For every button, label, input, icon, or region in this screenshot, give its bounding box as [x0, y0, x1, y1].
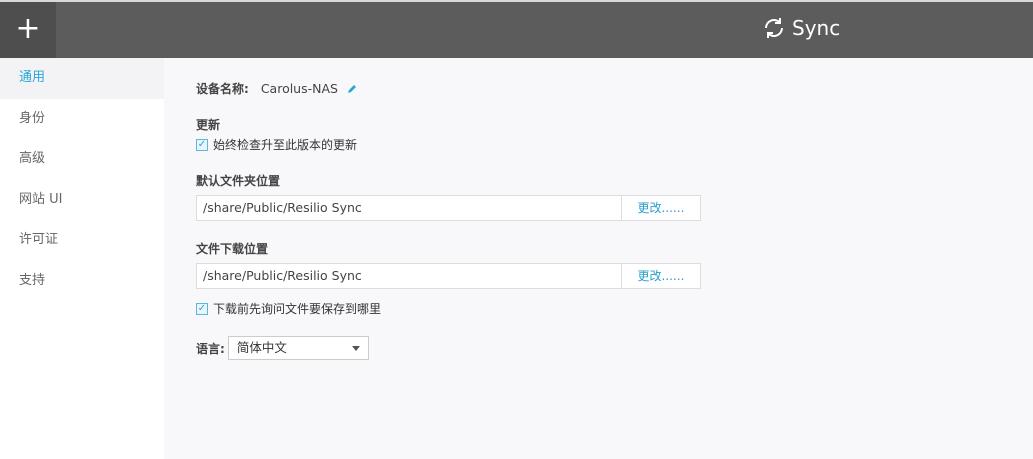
- chevron-down-icon: [351, 346, 360, 351]
- change-download-folder-button[interactable]: 更改......: [621, 264, 700, 288]
- ask-location-label: 下载前先询问文件要保存到哪里: [213, 302, 382, 316]
- language-label: 语言:: [196, 341, 225, 356]
- device-name-label: 设备名称:: [196, 82, 249, 96]
- sidebar: 通用 身份 高级 网站 UI 许可证 支持: [0, 58, 164, 459]
- default-folder-input[interactable]: /share/Public/Resilio Sync: [197, 196, 621, 220]
- download-folder-label: 文件下载位置: [196, 242, 269, 256]
- sync-icon: [765, 18, 783, 38]
- update-checkbox[interactable]: ✓: [196, 138, 208, 151]
- sidebar-item-identity[interactable]: 身份: [0, 99, 164, 140]
- add-folder-button[interactable]: +: [0, 2, 56, 58]
- download-folder-field: /share/Public/Resilio Sync 更改......: [196, 263, 701, 289]
- language-value: 简体中文: [236, 340, 287, 355]
- download-folder-input[interactable]: /share/Public/Resilio Sync: [197, 264, 621, 288]
- app-title: Sync: [792, 16, 841, 40]
- sync-logo: Sync: [762, 16, 840, 40]
- sidebar-item-license[interactable]: 许可证: [0, 220, 164, 261]
- update-label: 更新: [196, 118, 221, 132]
- sidebar-item-advanced[interactable]: 高级: [0, 139, 164, 180]
- ask-location-checkbox[interactable]: ✓: [196, 302, 208, 315]
- sidebar-item-support[interactable]: 支持: [0, 261, 164, 302]
- default-folder-field: /share/Public/Resilio Sync 更改......: [196, 195, 701, 221]
- change-default-folder-button[interactable]: 更改......: [621, 196, 700, 220]
- update-check-label: 始终检查升至此版本的更新: [213, 138, 358, 152]
- sidebar-item-web-ui[interactable]: 网站 UI: [0, 180, 164, 221]
- sidebar-item-general[interactable]: 通用: [0, 58, 164, 99]
- edit-pencil-icon[interactable]: [346, 83, 358, 95]
- language-select[interactable]: 简体中文: [227, 336, 369, 360]
- device-name: Carolus-NAS: [260, 81, 338, 96]
- default-folder-label: 默认文件夹位置: [196, 174, 281, 188]
- header: + Sync: [0, 2, 1033, 58]
